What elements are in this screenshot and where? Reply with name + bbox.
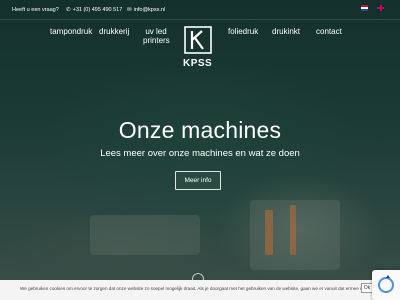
recaptcha-icon	[378, 275, 394, 293]
nav-drukkerij[interactable]: drukkerij	[99, 27, 129, 36]
question-text: Heeft u een vraag?	[12, 7, 59, 13]
email-address: info@kpss.nl	[133, 7, 166, 13]
machine-part	[290, 205, 296, 255]
top-bar: Heeft u een vraag? ✆ +31 (0) 495 490 517…	[0, 0, 400, 20]
nav-tampondruk[interactable]: tampondruk	[50, 27, 92, 36]
en-flag-icon[interactable]	[377, 5, 384, 11]
nav-foliedruk[interactable]: foliedruk	[228, 27, 258, 36]
cookie-banner: We gebruiken cookies om ervoor te zorgen…	[0, 280, 400, 300]
phone-icon: ✆	[66, 7, 71, 13]
nav-drukinkt[interactable]: drukinkt	[272, 27, 300, 36]
hero-title: Onze machines	[118, 117, 282, 143]
more-info-button[interactable]: Meer info	[175, 171, 221, 190]
nav-contact[interactable]: contact	[316, 27, 342, 36]
phone-number: +31 (0) 495 490 517	[72, 7, 123, 13]
machine-image-left	[90, 215, 200, 255]
cookie-text: We gebruiken cookies om ervoor te zorgen…	[20, 286, 377, 291]
kpss-logo[interactable]	[184, 26, 212, 54]
recaptcha-badge[interactable]	[372, 270, 400, 300]
logo-text: KPSS	[183, 58, 213, 69]
kpss-logo-icon	[184, 26, 212, 54]
mail-icon: ✉	[127, 7, 132, 13]
machine-part	[265, 210, 273, 255]
nl-flag-icon[interactable]	[361, 5, 368, 11]
hero-subtitle: Lees meer over onze machines en wat ze d…	[100, 148, 300, 159]
nav-uv-led-printers[interactable]: uv led printers	[143, 27, 170, 45]
email-link[interactable]: ✉ info@kpss.nl	[127, 7, 165, 13]
phone-link[interactable]: ✆ +31 (0) 495 490 517	[66, 7, 122, 13]
